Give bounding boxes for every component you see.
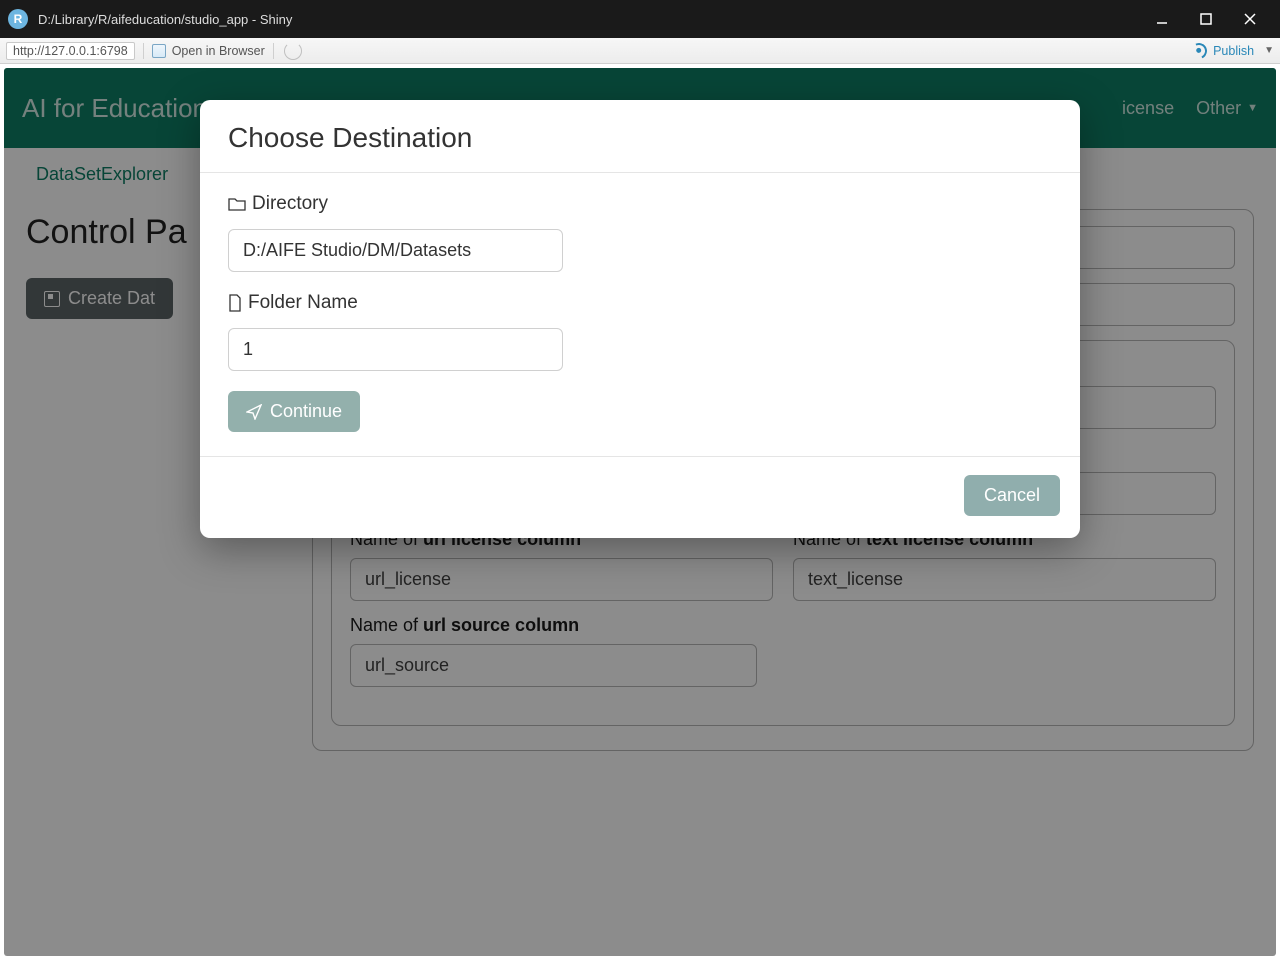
app-icon: R <box>8 9 28 29</box>
close-icon <box>1244 13 1256 25</box>
separator <box>143 43 144 59</box>
separator <box>273 43 274 59</box>
directory-label: Directory <box>228 193 1052 215</box>
folder-name-label: Folder Name <box>228 292 1052 314</box>
close-button[interactable] <box>1228 4 1272 34</box>
folder-name-input[interactable] <box>228 328 563 371</box>
folder-icon <box>228 196 246 212</box>
paper-plane-icon <box>246 404 262 420</box>
window-titlebar: R D:/Library/R/aifeducation/studio_app -… <box>0 0 1280 38</box>
browser-toolbar: http://127.0.0.1:6798 Open in Browser Pu… <box>0 38 1280 64</box>
maximize-button[interactable] <box>1184 4 1228 34</box>
open-in-browser-label: Open in Browser <box>172 44 265 58</box>
maximize-icon <box>1200 13 1212 25</box>
open-in-browser-button[interactable]: Open in Browser <box>152 44 265 58</box>
directory-input[interactable] <box>228 229 563 272</box>
continue-label: Continue <box>270 401 342 422</box>
browser-icon <box>152 44 166 58</box>
modal-title: Choose Destination <box>228 122 1052 154</box>
minimize-icon <box>1156 13 1168 25</box>
refresh-icon[interactable] <box>284 42 302 60</box>
publish-icon <box>1189 40 1210 61</box>
cancel-button[interactable]: Cancel <box>964 475 1060 516</box>
file-icon <box>228 294 242 312</box>
choose-destination-modal: Choose Destination Directory Folder Name… <box>200 100 1080 538</box>
chevron-down-icon: ▼ <box>1264 45 1274 56</box>
continue-button[interactable]: Continue <box>228 391 360 432</box>
publish-label: Publish <box>1213 44 1254 58</box>
modal-overlay: Choose Destination Directory Folder Name… <box>4 68 1276 956</box>
publish-button[interactable]: Publish ▼ <box>1191 43 1274 59</box>
minimize-button[interactable] <box>1140 4 1184 34</box>
url-field[interactable]: http://127.0.0.1:6798 <box>6 42 135 60</box>
window-title: D:/Library/R/aifeducation/studio_app - S… <box>38 12 1140 27</box>
